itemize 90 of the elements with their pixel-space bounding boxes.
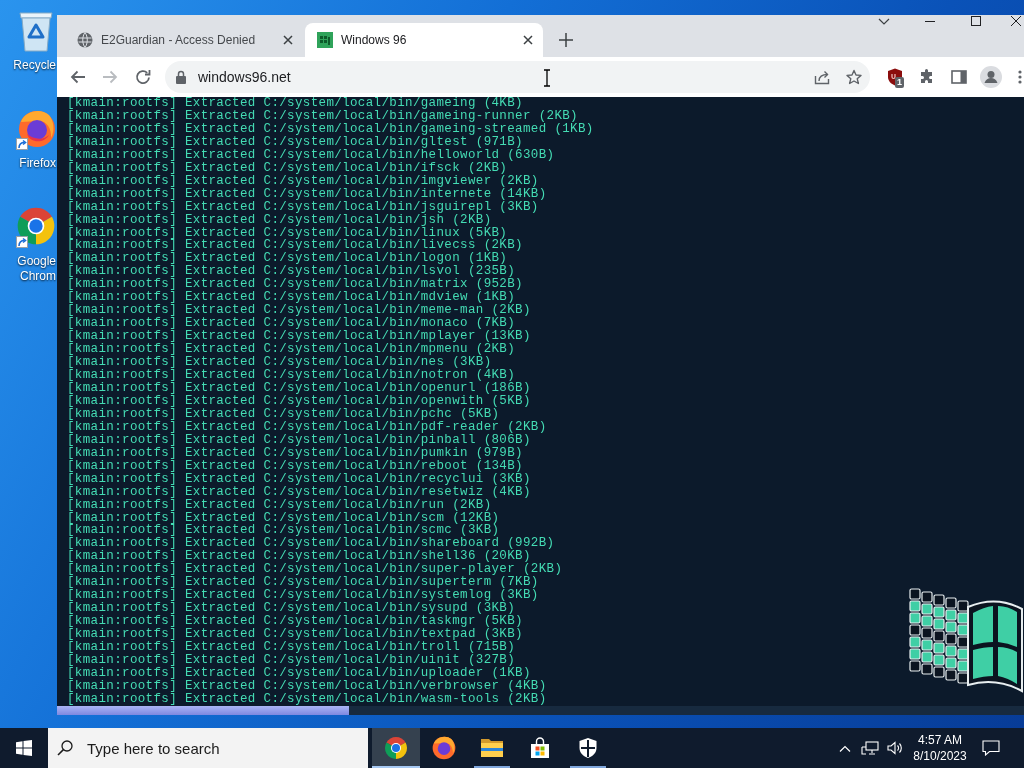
terminal-line: [kmain:rootfs] Extracted C:/system/local/bin/scmc (3KB) <box>67 524 500 538</box>
search-input[interactable]: Type here to search <box>87 739 368 757</box>
terminal-line: [kmain:rootfs] Extracted C:/system/local/bin/jsguirepl (3KB) <box>67 200 539 214</box>
terminal-line: [kmain:rootfs] Extracted C:/system/local/bin/gameing-runner (2KB) <box>67 109 578 123</box>
terminal-line: [kmain:rootfs] Extracted C:/system/local/bin/meme-man (2KB) <box>67 304 531 318</box>
terminal-line: [kmain:rootfs] Extracted C:/system/local/bin/logon (1KB) <box>67 252 508 266</box>
search-box[interactable]: Type here to search <box>48 728 368 768</box>
chevron-up-icon[interactable] <box>839 744 851 752</box>
terminal-line: [kmain:rootfs] Extracted C:/system/local/bin/mpmenu (2KB) <box>67 343 516 357</box>
close-icon[interactable] <box>523 35 533 45</box>
horizontal-scrollbar[interactable] <box>57 706 1024 715</box>
reload-icon[interactable] <box>135 69 151 85</box>
address-bar[interactable]: windows96.net <box>165 61 870 93</box>
terminal-line: [kmain:rootfs] Extracted C:/system/local/bin/uinit (327B) <box>67 654 516 667</box>
browser-tab[interactable]: Windows 96 <box>305 23 543 57</box>
network-icon[interactable] <box>861 741 879 755</box>
terminal-line: [kmain:rootfs] Extracted C:/system/local/bin/internete (14KB) <box>67 187 547 201</box>
side-panel-icon[interactable] <box>951 69 967 85</box>
text-cursor-icon <box>543 69 551 87</box>
terminal-line: [kmain:rootfs] Extracted C:/system/local/bin/gltest (971B) <box>67 135 523 149</box>
taskbar-app-button[interactable] <box>372 728 420 768</box>
terminal-line: [kmain:rootfs] Extracted C:/system/local/bin/gameing (4KB) <box>67 97 523 110</box>
terminal-line: [kmain:rootfs] Extracted C:/system/local/bin/super-player (2KB) <box>67 563 563 577</box>
terminal-line: [kmain:rootfs] Extracted C:/system/local/bin/nes (3KB) <box>67 356 492 369</box>
terminal-line: [kmain:rootfs] Extracted C:/system/local/bin/monaco (7KB) <box>67 317 516 331</box>
desktop-icon-label[interactable]: Firefox <box>19 156 56 171</box>
terminal-line: [kmain:rootfs] Extracted C:/system/local/bin/lsvol (235B) <box>67 265 516 279</box>
terminal-line: [kmain:rootfs] Extracted C:/system/local/bin/openurl (186B) <box>67 381 531 395</box>
terminal-line: [kmain:rootfs] Extracted C:/system/local/bin/notron (4KB) <box>67 369 516 382</box>
terminal-line: [kmain:rootfs] Extracted C:/system/local/bin/sysupd (3KB) <box>67 602 516 616</box>
lock-icon[interactable] <box>175 70 187 84</box>
terminal-line: [kmain:rootfs] Extracted C:/system/local/bin/textpad (3KB) <box>67 628 523 642</box>
terminal-line: [kmain:rootfs] Extracted C:/system/local/bin/superterm (7KB) <box>67 576 539 590</box>
terminal-line: [kmain:rootfs] Extracted C:/system/local/bin/mdview (1KB) <box>67 291 516 305</box>
terminal-line: [kmain:rootfs] Extracted C:/system/local/bin/matrix (952B) <box>67 278 523 292</box>
kebab-menu-icon[interactable] <box>1018 70 1022 84</box>
clock-date[interactable]: 8/10/2023 <box>913 748 967 764</box>
clock-time[interactable]: 4:57 AM <box>918 732 962 748</box>
terminal-line: [kmain:rootfs] Extracted C:/system/local/bin/uploader (1KB) <box>67 666 531 680</box>
speech-bubble-icon[interactable] <box>982 740 1000 756</box>
shopping-bag-icon <box>529 737 551 759</box>
search-icon <box>57 740 73 756</box>
close-icon[interactable] <box>283 35 293 45</box>
terminal-line: [kmain:rootfs] Extracted C:/system/local/bin/pinball (806B) <box>67 433 531 447</box>
browser-tab[interactable]: E2Guardian - Access Denied <box>65 23 303 57</box>
terminal-line: [kmain:rootfs] Extracted C:/system/local/bin/gameing-streamed (1KB) <box>67 122 594 136</box>
terminal-line: [kmain:rootfs] Extracted C:/system/local/bin/helloworld (630B) <box>67 148 555 162</box>
plus-icon[interactable] <box>559 33 573 47</box>
terminal-line: [kmain:rootfs] Extracted C:/system/local/bin/mplayer (13KB) <box>67 330 531 344</box>
window-grid-favicon-icon <box>317 32 333 48</box>
chevron-down-icon[interactable] <box>878 18 890 25</box>
terminal-line: [kmain:rootfs] Extracted C:/system/local/bin/taskmgr (5KB) <box>67 615 523 629</box>
terminal-line: [kmain:rootfs] Extracted C:/system/local/bin/jsh (2KB) <box>67 213 492 227</box>
terminal-line: [kmain:rootfs] Extracted C:/system/local/bin/shell36 (20KB) <box>67 550 531 564</box>
terminal-line: [kmain:rootfs] Extracted C:/system/local/bin/run (2KB) <box>67 498 492 512</box>
browser-logo-icon <box>384 736 408 760</box>
terminal-line: [kmain:rootfs] Extracted C:/system/local/bin/reboot (134B) <box>67 459 523 473</box>
globe-icon <box>77 32 93 48</box>
terminal-line: [kmain:rootfs] Extracted C:/system/local/bin/ifsck (2KB) <box>67 161 508 175</box>
terminal-line: [kmain:rootfs] Extracted C:/system/local/bin/imgviewer (2KB) <box>67 174 539 188</box>
terminal-line: [kmain:rootfs] Extracted C:/system/local/bin/pdf-reader (2KB) <box>67 420 547 434</box>
terminal-line: [kmain:rootfs] Extracted C:/system/local/bin/resetwiz (4KB) <box>67 485 531 499</box>
badge-count: 1 <box>895 77 904 88</box>
terminal-line: [kmain:rootfs] Extracted C:/system/local/bin/recyclui (3KB) <box>67 472 531 486</box>
terminal-line: [kmain:rootfs] Extracted C:/system/local/bin/pumkin (979B) <box>67 446 523 460</box>
terminal-line: [kmain:rootfs] Extracted C:/system/local/bin/openwith (5KB) <box>67 394 531 408</box>
terminal-line: [kmain:rootfs] Extracted C:/system/local/bin/troll (715B) <box>67 641 516 654</box>
desktop-icon-label[interactable]: Google Chrom <box>8 254 56 284</box>
browser-logo-icon <box>432 736 456 760</box>
back-arrow-icon[interactable] <box>70 69 86 85</box>
folder-icon <box>480 738 504 758</box>
shield-icon <box>578 737 598 759</box>
terminal-line: [kmain:rootfs] Extracted C:/system/local/bin/livecss (2KB) <box>67 239 523 253</box>
terminal-line: [kmain:rootfs] Extracted C:/system/local/bin/scm (12KB) <box>67 511 500 525</box>
avatar-icon[interactable] <box>980 66 1002 88</box>
close-icon[interactable] <box>1011 16 1021 26</box>
terminal-line: [kmain:rootfs] Extracted C:/system/local/bin/systemlog (3KB) <box>67 589 539 603</box>
terminal-line: [kmain:rootfs] Extracted C:/system/local/bin/pchc (5KB) <box>67 407 500 421</box>
terminal-line: [kmain:rootfs] Extracted C:/system/local/bin/wasm-tools (2KB) <box>67 692 547 706</box>
start-icon[interactable] <box>16 740 32 756</box>
maximize-icon[interactable] <box>971 16 981 26</box>
terminal-line: [kmain:rootfs] Extracted C:/system/local/bin/shareboard (992B) <box>67 537 555 551</box>
terminal-line: [kmain:rootfs] Extracted C:/system/local/bin/linux (5KB) <box>67 226 508 240</box>
url-input[interactable]: windows96.net <box>198 69 814 85</box>
speaker-icon[interactable] <box>887 741 903 755</box>
terminal-line: [kmain:rootfs] Extracted C:/system/local/bin/verbrowser (4KB) <box>67 679 547 693</box>
star-icon[interactable] <box>846 69 862 85</box>
share-icon[interactable] <box>814 69 830 85</box>
puzzle-icon[interactable] <box>919 69 935 85</box>
scrollbar-thumb[interactable] <box>57 706 349 715</box>
